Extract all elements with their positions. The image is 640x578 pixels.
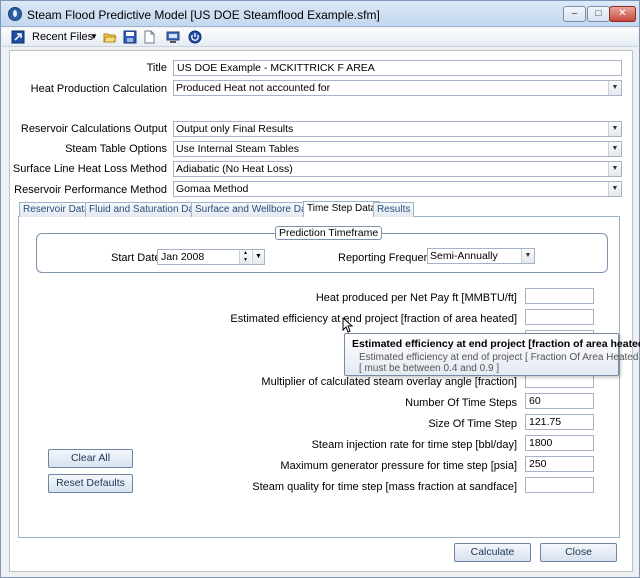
steam-quality-label: Steam quality for time step [mass fracti… xyxy=(252,481,517,493)
chevron-down-icon[interactable]: ▼ xyxy=(252,250,264,264)
new-document-icon[interactable] xyxy=(142,30,156,44)
close-window-button[interactable]: ✕ xyxy=(609,6,636,22)
start-date-value: Jan 2008 xyxy=(161,251,205,263)
chevron-down-icon[interactable]: ▼ xyxy=(521,249,534,263)
chevron-down-icon[interactable]: ▼ xyxy=(608,162,621,176)
reservoir-perf-label: Reservoir Performance Method xyxy=(14,184,167,196)
reporting-frequency-select[interactable]: Semi-Annually ▼ xyxy=(427,248,535,264)
recent-files-icon[interactable] xyxy=(11,30,25,44)
close-button[interactable]: Close xyxy=(540,543,617,562)
tab-reservoir-data[interactable]: Reservoir Data xyxy=(19,202,94,217)
heat-production-select[interactable]: Produced Heat not accounted for ▼ xyxy=(173,80,622,96)
tooltip-title: Estimated efficiency at end project [fra… xyxy=(352,338,640,350)
tooltip-line-1: Estimated efficiency at end of project [… xyxy=(359,352,640,363)
start-date-label: Start Date xyxy=(111,252,161,264)
chevron-down-icon[interactable]: ▼ xyxy=(608,122,621,136)
reporting-frequency-label: Reporting Frequency xyxy=(338,252,441,264)
overlay-multiplier-label: Multiplier of calculated steam overlay a… xyxy=(261,376,517,388)
time-step-size-label: Size Of Time Step xyxy=(428,418,517,430)
reporting-frequency-value: Semi-Annually xyxy=(430,250,498,262)
spin-buttons[interactable]: ▲ ▼ xyxy=(239,250,251,264)
injection-rate-field[interactable]: 1800 xyxy=(525,435,594,451)
chevron-down-icon[interactable]: ▼ xyxy=(608,142,621,156)
surface-loss-value: Adiabatic (No Heat Loss) xyxy=(176,163,293,175)
tab-fluid-saturation[interactable]: Fluid and Saturation Data xyxy=(85,202,207,217)
toolbar: Recent Files ▼ xyxy=(2,28,638,47)
prediction-timeframe-title: Prediction Timeframe xyxy=(275,226,383,240)
steam-table-label: Steam Table Options xyxy=(65,143,167,155)
injection-rate-label: Steam injection rate for time step [bbl/… xyxy=(311,439,517,451)
generator-pressure-label: Maximum generator pressure for time step… xyxy=(280,460,517,472)
tooltip-body: Estimated efficiency at end of project [… xyxy=(359,352,640,374)
efficiency-field[interactable] xyxy=(525,309,594,325)
reservoir-calc-value: Output only Final Results xyxy=(176,123,294,135)
surface-loss-label: Surface Line Heat Loss Method xyxy=(12,163,167,175)
heat-per-pay-label: Heat produced per Net Pay ft [MMBTU/ft] xyxy=(315,292,517,304)
reservoir-calc-select[interactable]: Output only Final Results ▼ xyxy=(173,121,622,137)
heat-production-value: Produced Heat not accounted for xyxy=(176,82,331,94)
tooltip-line-2: [ must be between 0.4 and 0.9 ] xyxy=(359,363,500,374)
app-window: Steam Flood Predictive Model [US DOE Ste… xyxy=(0,0,640,578)
title-label: Title xyxy=(146,62,167,74)
reservoir-perf-select[interactable]: Gomaa Method ▼ xyxy=(173,181,622,197)
tooltip: Estimated efficiency at end project [fra… xyxy=(344,333,640,376)
spin-up-icon[interactable]: ▲ xyxy=(240,250,251,257)
open-folder-icon[interactable] xyxy=(103,30,117,44)
generator-pressure-field[interactable]: 250 xyxy=(525,456,594,472)
heat-per-pay-field[interactable] xyxy=(525,288,594,304)
chevron-down-icon[interactable]: ▼ xyxy=(608,81,621,95)
num-time-steps-label: Number Of Time Steps xyxy=(405,397,517,409)
steam-drop-icon xyxy=(8,7,22,21)
num-time-steps-field[interactable]: 60 xyxy=(525,393,594,409)
maximize-button[interactable]: □ xyxy=(587,6,610,22)
tab-time-step-data[interactable]: Time Step Data xyxy=(303,201,381,217)
calculate-button[interactable]: Calculate xyxy=(454,543,531,562)
steam-table-select[interactable]: Use Internal Steam Tables ▼ xyxy=(173,141,622,157)
tab-surface-wellbore[interactable]: Surface and Wellbore Data xyxy=(191,202,319,217)
start-date-picker[interactable]: Jan 2008 ▲ ▼ ▼ xyxy=(157,249,265,265)
reset-defaults-button[interactable]: Reset Defaults xyxy=(48,474,133,493)
tab-results[interactable]: Results xyxy=(373,202,415,217)
save-icon[interactable] xyxy=(123,30,137,44)
steam-table-value: Use Internal Steam Tables xyxy=(176,143,299,155)
efficiency-label: Estimated efficiency at end project [fra… xyxy=(230,313,517,325)
time-step-size-field[interactable]: 121.75 xyxy=(525,414,594,430)
recent-files-label[interactable]: Recent Files xyxy=(32,31,93,43)
print-preview-icon[interactable] xyxy=(166,30,180,44)
steam-quality-field[interactable] xyxy=(525,477,594,493)
chevron-down-icon[interactable]: ▼ xyxy=(608,182,621,196)
title-bar: Steam Flood Predictive Model [US DOE Ste… xyxy=(1,1,639,27)
chevron-down-icon[interactable]: ▼ xyxy=(90,32,98,41)
spin-down-icon[interactable]: ▼ xyxy=(240,257,251,264)
reservoir-perf-value: Gomaa Method xyxy=(176,183,249,195)
surface-loss-select[interactable]: Adiabatic (No Heat Loss) ▼ xyxy=(173,161,622,177)
power-icon[interactable] xyxy=(188,30,202,44)
title-field[interactable]: US DOE Example - MCKITTRICK F AREA xyxy=(173,60,622,76)
heat-production-label: Heat Production Calculation xyxy=(30,83,167,95)
clear-all-button[interactable]: Clear All xyxy=(48,449,133,468)
window-title: Steam Flood Predictive Model [US DOE Ste… xyxy=(27,8,380,22)
reservoir-calc-label: Reservoir Calculations Output xyxy=(20,123,167,135)
minimize-button[interactable]: – xyxy=(563,6,586,22)
mouse-cursor-icon xyxy=(342,317,354,333)
